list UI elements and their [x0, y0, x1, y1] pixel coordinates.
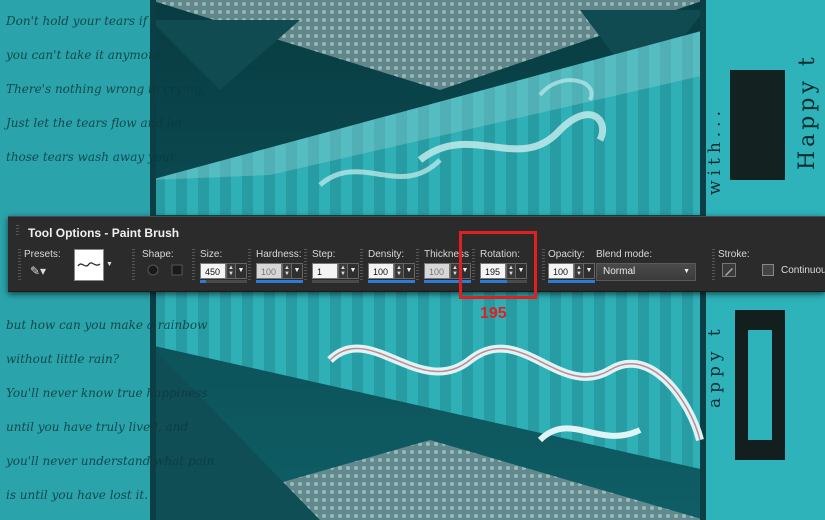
continuous-label: Continuous — [781, 265, 825, 276]
script-line: those tears wash away your — [6, 150, 176, 164]
blend-mode-label: Blend mode: — [596, 249, 653, 260]
brush-tip-dropdown-icon[interactable]: ▼ — [106, 261, 113, 268]
hardness-dropdown-icon[interactable]: ▼ — [292, 263, 303, 279]
vertical-subtitle-text: with... — [705, 106, 725, 195]
square-shape-button[interactable] — [170, 263, 184, 277]
palette-grip[interactable] — [16, 225, 19, 237]
rotation-highlight-box — [459, 231, 537, 299]
step-label: Step: — [312, 249, 336, 260]
group-grip — [132, 249, 135, 281]
continuous-checkbox[interactable] — [762, 264, 774, 276]
size-label: Size: — [200, 249, 223, 260]
script-line: There's nothing wrong in crying, — [6, 82, 206, 96]
opacity-spin-arrows-icon[interactable]: ▲ ▼ — [574, 263, 584, 279]
step-slider-track[interactable] — [312, 280, 359, 283]
hardness-label: Hardness: — [256, 249, 302, 260]
thickness-value[interactable]: 100 — [424, 263, 450, 279]
presets-label: Presets: — [24, 249, 61, 260]
brush-tip-thumbnail[interactable] — [74, 249, 104, 281]
group-grip — [248, 249, 251, 281]
script-line: you can't take it anymore. — [6, 48, 165, 62]
hardness-value[interactable]: 100 — [256, 263, 282, 279]
step-dropdown-icon[interactable]: ▼ — [348, 263, 359, 279]
circle-shape-icon — [147, 264, 159, 276]
density-spin-arrows-icon[interactable]: ▲ ▼ — [394, 263, 404, 279]
opacity-dropdown-icon[interactable]: ▼ — [584, 263, 595, 279]
size-slider-track[interactable] — [200, 280, 247, 283]
chevron-down-icon: ▼ — [683, 268, 690, 275]
density-spinbox[interactable]: 100 ▲ ▼ ▼ — [368, 263, 415, 283]
script-line: without little rain? — [6, 352, 120, 366]
palette-title: Tool Options - Paint Brush — [28, 226, 180, 240]
stroke-pen-icon — [725, 268, 733, 276]
shape-label: Shape: — [142, 249, 174, 260]
density-value[interactable]: 100 — [368, 263, 394, 279]
size-spin-arrows-icon[interactable]: ▲ ▼ — [226, 263, 236, 279]
script-line: You'll never know true happiness — [6, 386, 208, 400]
step-value[interactable]: 1 — [312, 263, 338, 279]
opacity-label: Opacity: — [548, 249, 585, 260]
tool-options-palette: Tool Options - Paint Brush Presets: ✎▾ ▼… — [8, 216, 825, 292]
opacity-slider-fill[interactable] — [548, 280, 595, 283]
group-grip — [712, 249, 715, 281]
script-line: until you have truly lived, and — [6, 420, 189, 434]
opacity-value[interactable]: 100 — [548, 263, 574, 279]
hardness-spin-arrows-icon[interactable]: ▲ ▼ — [282, 263, 292, 279]
step-spinbox[interactable]: 1 ▲ ▼ ▼ — [312, 263, 359, 283]
stroke-label: Stroke: — [718, 249, 750, 260]
script-line: is until you have lost it. — [6, 488, 149, 502]
script-line: Just let the tears flow and let — [6, 116, 183, 130]
density-label: Density: — [368, 249, 405, 260]
round-shape-button[interactable] — [146, 263, 160, 277]
size-dropdown-icon[interactable]: ▼ — [236, 263, 247, 279]
group-grip — [542, 249, 545, 281]
brush-preset-icon: ✎▾ — [29, 264, 47, 278]
group-grip — [304, 249, 307, 281]
rotation-annotation-label: 195 — [480, 305, 507, 322]
group-grip — [192, 249, 195, 281]
size-spinbox[interactable]: 450 ▲ ▼ ▼ — [200, 263, 247, 283]
group-grip — [18, 249, 21, 281]
vertical-subtitle-text-2: appy t — [705, 324, 725, 408]
step-spin-arrows-icon[interactable]: ▲ ▼ — [338, 263, 348, 279]
density-slider-fill[interactable] — [368, 280, 415, 283]
size-slider-fill — [200, 280, 206, 283]
vertical-title-text: Happy t — [795, 53, 820, 170]
density-dropdown-icon[interactable]: ▼ — [404, 263, 415, 279]
hardness-slider-fill[interactable] — [256, 280, 303, 283]
script-line: you'll never understand what pain — [6, 454, 215, 468]
stroke-button[interactable] — [722, 263, 736, 277]
script-line: but how can you make a rainbow — [6, 318, 208, 332]
presets-button[interactable]: ✎▾ — [24, 263, 52, 279]
group-grip — [360, 249, 363, 281]
hardness-spinbox[interactable]: 100 ▲ ▼ ▼ — [256, 263, 303, 283]
blend-mode-value: Normal — [603, 266, 636, 277]
blend-mode-select[interactable]: Normal ▼ — [596, 263, 696, 281]
brush-stroke-icon — [77, 262, 101, 267]
size-value[interactable]: 450 — [200, 263, 226, 279]
group-grip — [416, 249, 419, 281]
script-line: Don't hold your tears if — [6, 14, 148, 28]
opacity-spinbox[interactable]: 100 ▲ ▼ ▼ — [548, 263, 595, 283]
tool-options-row: Presets: ✎▾ ▼ Shape: Size: 450 ▲ ▼ ▼ Har… — [8, 247, 825, 291]
square-shape-icon — [171, 264, 183, 276]
